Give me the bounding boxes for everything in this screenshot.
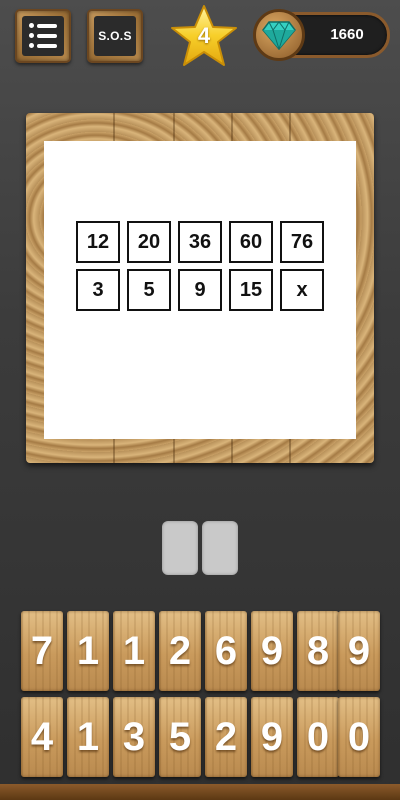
- answer-slot-2[interactable]: [202, 521, 238, 575]
- level-star: 4: [170, 4, 238, 68]
- sos-hint-button[interactable]: S.O.S: [87, 9, 143, 63]
- key-row1-2[interactable]: 1: [67, 611, 109, 691]
- key-row2-4[interactable]: 5: [159, 697, 201, 777]
- key-row2-1[interactable]: 4: [21, 697, 63, 777]
- grid-cell-bottom-4: 15: [229, 269, 273, 311]
- grid-cell-bottom-1: 3: [76, 269, 120, 311]
- key-row1-8[interactable]: 9: [338, 611, 380, 691]
- key-row2-2[interactable]: 1: [67, 697, 109, 777]
- grid-cell-top-2: 20: [127, 221, 171, 263]
- diamond-icon: [262, 21, 296, 50]
- gem-count: 1660: [330, 26, 364, 43]
- key-row1-5[interactable]: 6: [205, 611, 247, 691]
- grid-cell-bottom-2: 5: [127, 269, 171, 311]
- sos-label: S.O.S: [98, 29, 132, 43]
- gem-counter[interactable]: 1660: [253, 9, 390, 61]
- key-row2-3[interactable]: 3: [113, 697, 155, 777]
- key-row1-1[interactable]: 7: [21, 611, 63, 691]
- key-row1-3[interactable]: 1: [113, 611, 155, 691]
- grid-cell-bottom-5: x: [280, 269, 324, 311]
- gem-badge: [253, 9, 305, 61]
- level-number: 4: [197, 23, 211, 48]
- answer-slot-1[interactable]: [162, 521, 198, 575]
- key-row2-6[interactable]: 9: [251, 697, 293, 777]
- grid-cell-top-3: 36: [178, 221, 222, 263]
- key-row2-5[interactable]: 2: [205, 697, 247, 777]
- grid-cell-top-5: 76: [280, 221, 324, 263]
- key-row1-4[interactable]: 2: [159, 611, 201, 691]
- top-bar: S.O.S 4 1660: [0, 0, 400, 72]
- bottom-wood-strip: [0, 784, 400, 800]
- key-row2-8[interactable]: 0: [338, 697, 380, 777]
- grid-cell-top-4: 60: [229, 221, 273, 263]
- key-row2-7[interactable]: 0: [297, 697, 339, 777]
- grid-cell-top-1: 12: [76, 221, 120, 263]
- menu-button[interactable]: [15, 9, 71, 63]
- list-menu-icon: [29, 23, 57, 49]
- grid-cell-bottom-3: 9: [178, 269, 222, 311]
- key-row1-7[interactable]: 8: [297, 611, 339, 691]
- key-row1-6[interactable]: 9: [251, 611, 293, 691]
